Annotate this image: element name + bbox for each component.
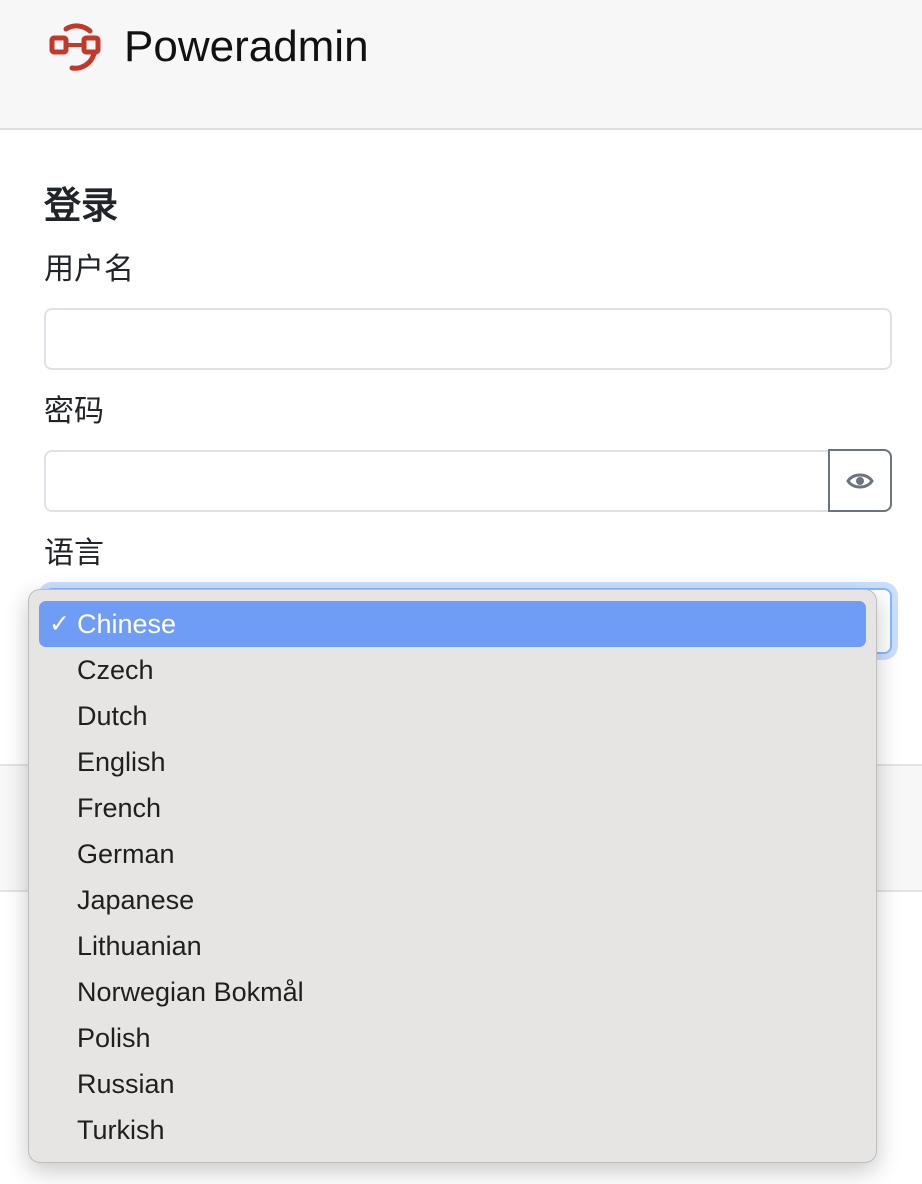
option-label: Lithuanian [77, 931, 202, 961]
option-label: Russian [77, 1069, 175, 1099]
option-label: Polish [77, 1023, 151, 1053]
language-option-norwegian-bokmal[interactable]: Norwegian Bokmål [39, 969, 866, 1015]
checkmark-icon: ✓ [49, 609, 70, 638]
option-label: Norwegian Bokmål [77, 977, 304, 1007]
option-label: English [77, 747, 166, 777]
navbar: Poweradmin [0, 0, 922, 130]
option-label: Turkish [77, 1115, 165, 1145]
option-label: Czech [77, 655, 154, 685]
language-label: 语言 [44, 536, 104, 571]
password-label: 密码 [44, 394, 104, 429]
option-label: German [77, 839, 175, 869]
language-option-czech[interactable]: Czech [39, 647, 866, 693]
language-option-english[interactable]: English [39, 739, 866, 785]
eye-icon [846, 473, 874, 488]
language-option-dutch[interactable]: Dutch [39, 693, 866, 739]
language-dropdown[interactable]: ✓ Chinese Czech Dutch English French Ger… [28, 589, 877, 1163]
language-option-polish[interactable]: Polish [39, 1015, 866, 1061]
password-input[interactable] [44, 450, 830, 512]
language-option-japanese[interactable]: Japanese [39, 877, 866, 923]
language-option-french[interactable]: French [39, 785, 866, 831]
page-title: 登录 [44, 184, 118, 227]
language-option-russian[interactable]: Russian [39, 1061, 866, 1107]
option-label: Dutch [77, 701, 148, 731]
language-option-german[interactable]: German [39, 831, 866, 877]
brand-name[interactable]: Poweradmin [124, 18, 369, 76]
option-label: Chinese [77, 609, 177, 639]
toggle-password-button[interactable] [828, 449, 892, 512]
language-option-lithuanian[interactable]: Lithuanian [39, 923, 866, 969]
username-label: 用户名 [44, 252, 134, 287]
option-label: French [77, 793, 162, 823]
network-nodes-icon[interactable] [46, 18, 104, 76]
language-option-chinese[interactable]: ✓ Chinese [39, 601, 866, 647]
option-label: Japanese [77, 885, 195, 915]
username-input[interactable] [44, 308, 892, 370]
language-option-turkish[interactable]: Turkish [39, 1107, 866, 1153]
